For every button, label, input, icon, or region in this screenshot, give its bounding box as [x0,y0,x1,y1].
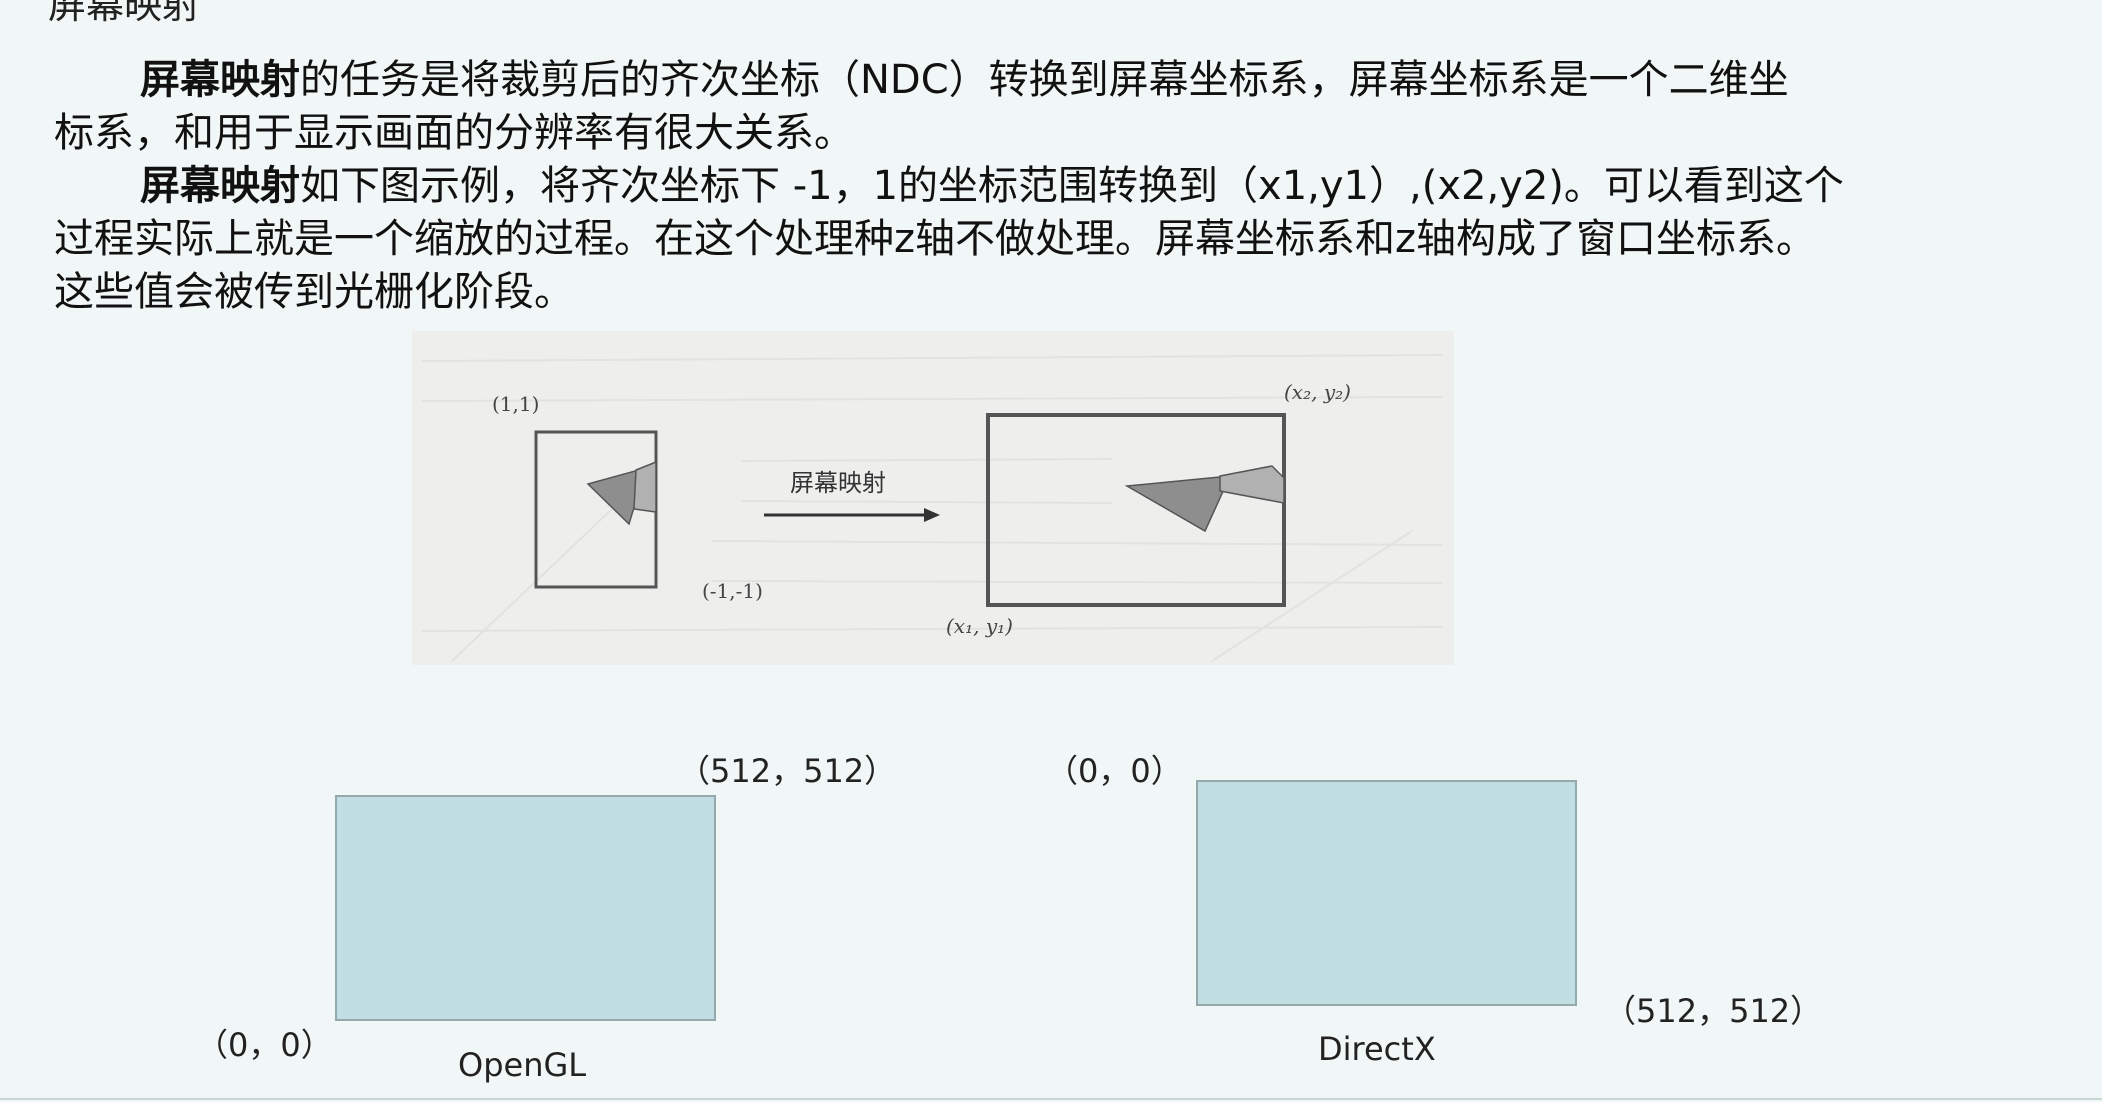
ndc-bottom-right-label: (-1,-1) [702,579,763,603]
directx-top-left-label: （0，0） [1046,752,1183,790]
arrow-head [924,508,940,522]
opengl-bottom-left-label: （0，0） [196,1026,333,1064]
bottom-divider [0,1098,2102,1100]
directx-bottom-right-label: （512，512） [1604,992,1823,1030]
directx-caption: DirectX [1318,1030,1436,1068]
screen-triangle-1 [1124,475,1232,533]
paragraph1-line2: 标系，和用于显示画面的分辨率有很大关系。 [54,110,854,156]
opengl-screen-box [335,795,716,1021]
screen-triangle-2 [1219,465,1285,504]
bold-term: 屏幕映射 [140,57,300,103]
paragraph-screen-mapping-example: 屏幕映射如下图示例，将齐次坐标下 -1，1的坐标范围转换到（x1,y1）,(x2… [54,160,2014,319]
screen-rect [986,413,1286,607]
ndc-triangle-2 [633,460,657,513]
directx-screen-box [1196,780,1577,1006]
paragraph-screen-mapping-task: 屏幕映射的任务是将裁剪后的齐次坐标（NDC）转换到屏幕坐标系，屏幕坐标系是一个二… [54,54,2014,160]
bold-term: 屏幕映射 [140,163,300,209]
paragraph2-line2: 过程实际上就是一个缩放的过程。在这个处理种z轴不做处理。屏幕坐标系和z轴构成了窗… [54,216,1816,262]
screen-mapping-figure: (1,1) (-1,-1) 屏幕映射 (x₂, y₂) (x₁, y₁) [412,331,1454,665]
opengl-top-right-label: （512，512） [678,752,897,790]
screen-bottom-left-label: (x₁, y₁) [946,614,1013,638]
paragraph2-line3: 这些值会被传到光栅化阶段。 [54,269,574,315]
screen-mapping-diagram: (1,1) (-1,-1) 屏幕映射 (x₂, y₂) (x₁, y₁) [421,354,1443,662]
opengl-caption: OpenGL [458,1046,587,1084]
arrow-label: 屏幕映射 [790,469,886,497]
paragraph2-line1: 如下图示例，将齐次坐标下 -1，1的坐标范围转换到（x1,y1）,(x2,y2)… [300,163,1844,209]
paragraph1-line1: 的任务是将裁剪后的齐次坐标（NDC）转换到屏幕坐标系，屏幕坐标系是一个二维坐 [300,57,1789,103]
screen-top-right-label: (x₂, y₂) [1284,380,1351,404]
header-fragment: 屏幕映射 [48,0,201,27]
ndc-top-left-label: (1,1) [492,392,539,416]
